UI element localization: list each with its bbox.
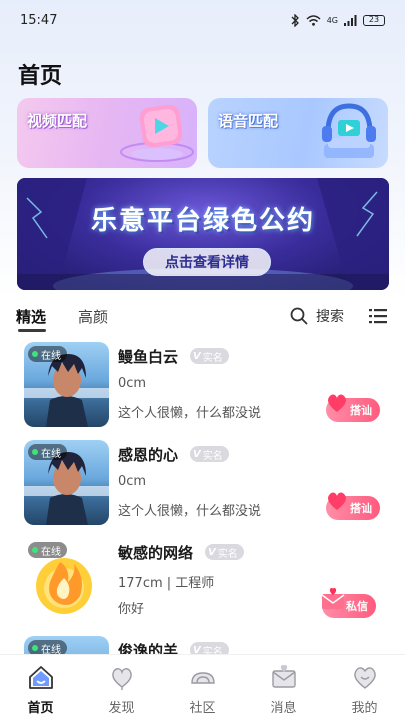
search-label: 搜索 bbox=[316, 309, 344, 325]
user-signature: 这个人很懒，什么都没说 bbox=[118, 504, 262, 519]
verified-label: 实名 bbox=[217, 548, 238, 560]
verified-badge: V 实名 bbox=[190, 446, 229, 462]
network-type: 4G bbox=[326, 15, 338, 25]
status-time: 15:47 bbox=[20, 12, 58, 28]
heart-hand-icon bbox=[328, 394, 346, 412]
signal-icon bbox=[344, 14, 357, 26]
avatar[interactable]: 在线 bbox=[24, 440, 109, 525]
battery-icon: 23 bbox=[363, 14, 385, 26]
verified-badge: V 实名 bbox=[190, 348, 229, 364]
voice-match-card[interactable]: 语音匹配 bbox=[208, 98, 388, 168]
list-view-icon[interactable] bbox=[368, 306, 388, 326]
user-signature: 这个人很懒，什么都没说 bbox=[118, 406, 262, 421]
status-icons: 4G 23 bbox=[291, 13, 385, 27]
avatar[interactable]: 在线 bbox=[24, 342, 109, 427]
nav-item-messages[interactable]: 消息 bbox=[243, 655, 324, 720]
greet-label: 搭讪 bbox=[350, 404, 372, 417]
greet-button[interactable]: 搭讪 bbox=[326, 492, 380, 520]
page-title: 首页 bbox=[18, 64, 63, 89]
message-label: 私信 bbox=[346, 600, 368, 613]
verified-v-icon: V bbox=[193, 448, 201, 460]
banner-title: 乐意平台绿色公约 bbox=[90, 206, 315, 236]
envelope-heart-icon bbox=[321, 588, 345, 609]
video-match-card[interactable]: 视频匹配 bbox=[17, 98, 197, 168]
greet-button[interactable]: 搭讪 bbox=[326, 394, 380, 422]
message-button[interactable]: 私信 bbox=[321, 588, 376, 618]
message-icon bbox=[271, 665, 296, 688]
heart-hand-icon bbox=[328, 492, 346, 510]
user-name: 敏感的网络 bbox=[118, 544, 194, 562]
user-signature: 你好 bbox=[118, 602, 145, 617]
verified-v-icon: V bbox=[208, 546, 216, 558]
verified-label: 实名 bbox=[202, 450, 223, 462]
online-badge: 在线 bbox=[28, 444, 67, 460]
community-icon bbox=[190, 672, 215, 684]
nav-label-profile: 我的 bbox=[351, 701, 378, 716]
profile-icon bbox=[353, 667, 376, 689]
user-name: 鳗鱼白云 bbox=[118, 348, 179, 366]
tab-good-looking[interactable]: 高颜 bbox=[78, 306, 108, 327]
verified-badge: V 实名 bbox=[205, 544, 244, 560]
wifi-icon bbox=[306, 14, 321, 26]
user-height: 0cm bbox=[118, 474, 147, 489]
nav-label-messages: 消息 bbox=[270, 701, 297, 716]
online-label: 在线 bbox=[41, 448, 61, 460]
verified-label: 实名 bbox=[202, 352, 223, 364]
user-profile-info: 177cm | 工程师 bbox=[118, 576, 215, 591]
online-dot bbox=[32, 547, 38, 553]
search-icon bbox=[290, 307, 308, 325]
nav-item-community[interactable]: 社区 bbox=[162, 655, 243, 720]
tab-active-underline bbox=[18, 329, 46, 332]
video-match-label: 视频匹配 bbox=[27, 112, 88, 130]
avatar[interactable]: 在线 bbox=[24, 538, 109, 623]
nav-label-discover: 发现 bbox=[108, 701, 135, 716]
banner-detail-button[interactable]: 点击查看详情 bbox=[143, 248, 271, 276]
bluetooth-icon bbox=[291, 13, 299, 27]
online-label: 在线 bbox=[41, 546, 61, 558]
status-bar: 15:47 4G 23 bbox=[0, 0, 405, 40]
nav-item-home[interactable]: 首页 bbox=[0, 655, 81, 720]
nav-item-profile[interactable]: 我的 bbox=[324, 655, 405, 720]
online-badge: 在线 bbox=[28, 346, 67, 362]
online-dot bbox=[32, 351, 38, 357]
bottom-nav: 首页 发现 社区 消息 我的 bbox=[0, 654, 405, 720]
online-badge: 在线 bbox=[28, 542, 67, 558]
user-name: 感恩的心 bbox=[118, 446, 179, 464]
online-dot bbox=[32, 449, 38, 455]
nav-item-discover[interactable]: 发现 bbox=[81, 655, 162, 720]
video-play-icon bbox=[120, 104, 194, 162]
greet-label: 搭讪 bbox=[350, 502, 372, 515]
nav-label-community: 社区 bbox=[189, 701, 216, 716]
verified-v-icon: V bbox=[193, 350, 201, 362]
headphones-icon bbox=[322, 103, 376, 158]
user-row[interactable]: 在线 敏感的网络 V 实名 177cm | 工程师 你好 私信 bbox=[0, 536, 405, 634]
online-label: 在线 bbox=[41, 350, 61, 362]
user-row[interactable]: 在线 感恩的心 V 实名 0cm 这个人很懒，什么都没说 搭讪 bbox=[0, 438, 405, 536]
promo-banner[interactable]: 乐意平台绿色公约 点击查看详情 bbox=[17, 178, 389, 290]
home-icon bbox=[28, 666, 53, 689]
nav-label-home: 首页 bbox=[27, 701, 54, 716]
user-row[interactable]: 在线 鳗鱼白云 V 实名 0cm 这个人很懒，什么都没说 搭讪 bbox=[0, 340, 405, 438]
search-button[interactable]: 搜索 bbox=[290, 306, 344, 326]
tab-featured[interactable]: 精选 bbox=[16, 306, 46, 327]
discover-icon bbox=[111, 668, 132, 690]
voice-match-label: 语音匹配 bbox=[218, 112, 279, 130]
online-dot bbox=[32, 645, 38, 651]
user-height: 0cm bbox=[118, 376, 147, 391]
feed-tabs: 精选 高颜 搜索 bbox=[0, 300, 405, 334]
